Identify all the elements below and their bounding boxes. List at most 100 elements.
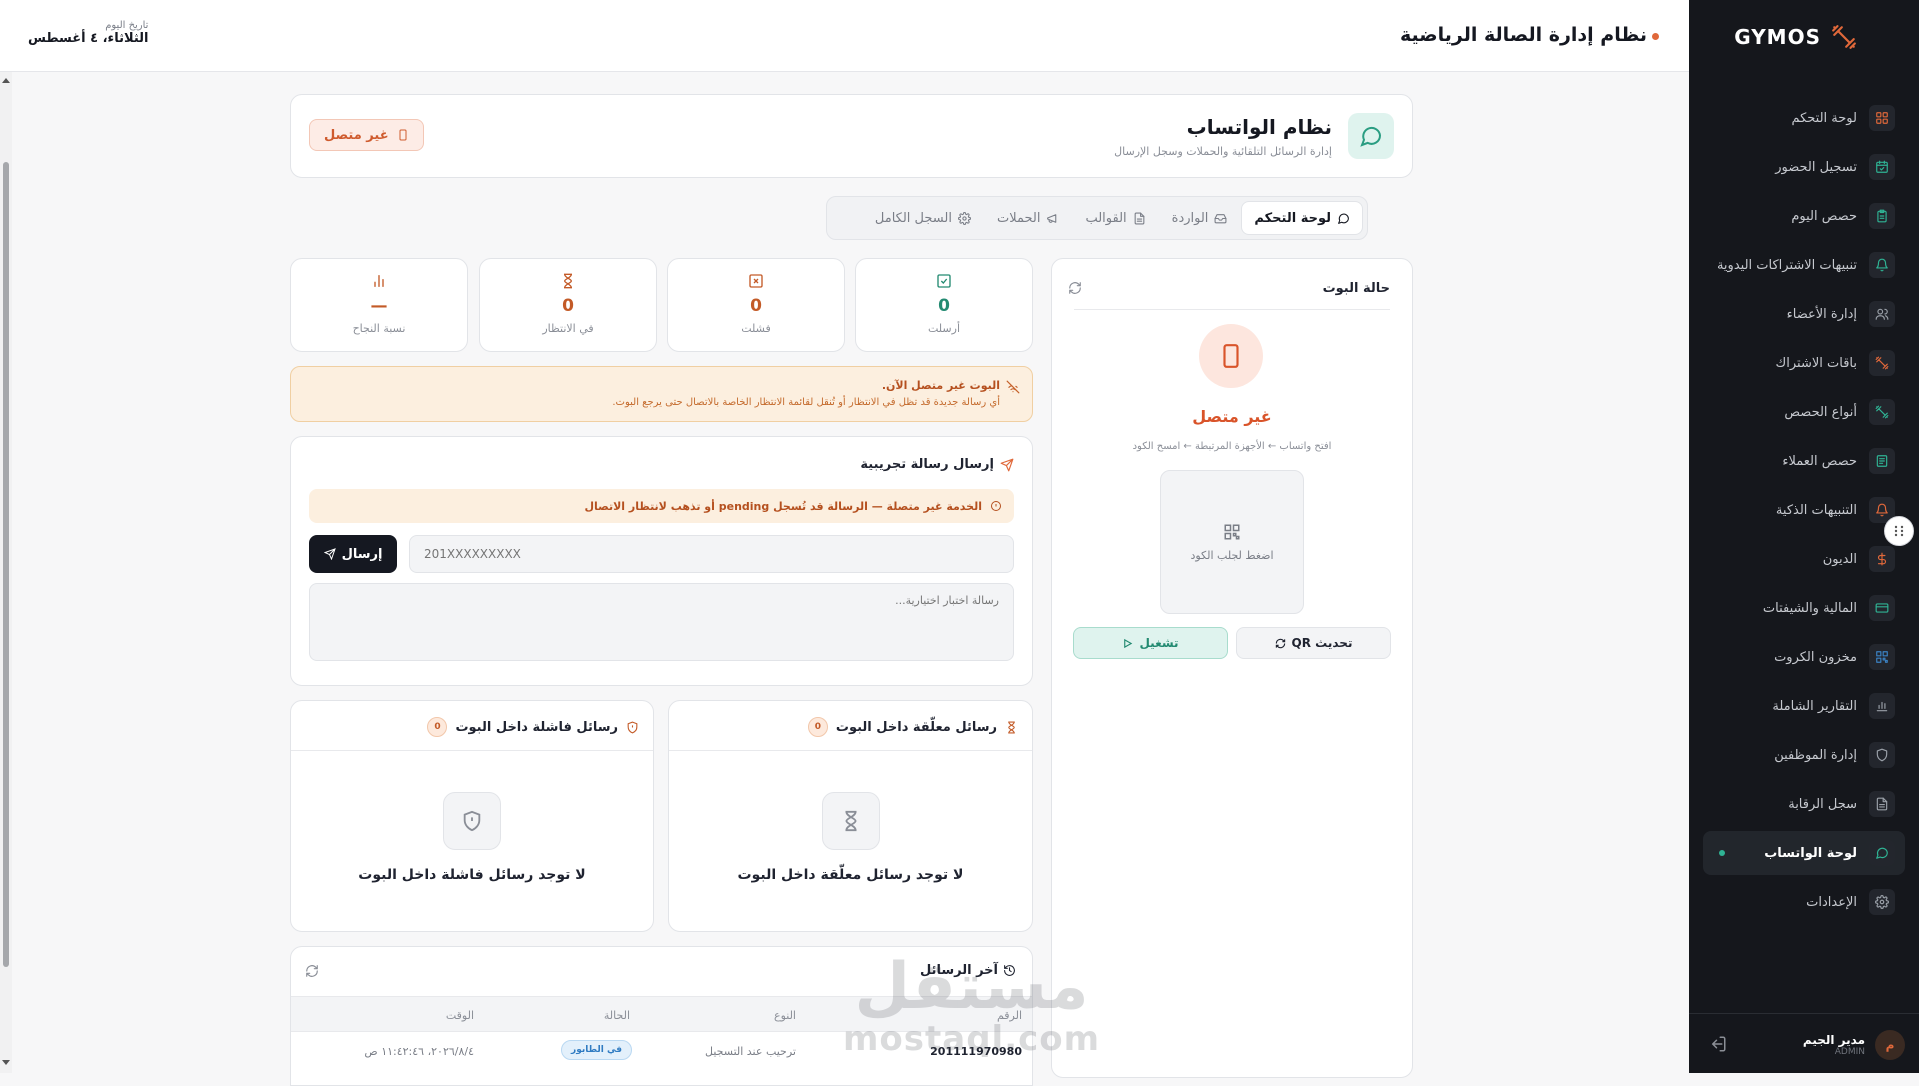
scroll-up-arrow[interactable]: [2, 78, 10, 83]
clipboard-icon: [1877, 209, 1887, 223]
scroll-down-arrow[interactable]: [2, 1060, 10, 1065]
sidebar-item[interactable]: أنواع الحصص: [1703, 390, 1905, 434]
notice-text: الخدمة غير متصلة — الرسالة قد تُسجل pend…: [584, 499, 982, 513]
logout-icon[interactable]: [1709, 1035, 1727, 1053]
refresh-icon[interactable]: [1068, 281, 1082, 295]
icon-box: [1869, 791, 1895, 817]
tab-label: السجل الكامل: [874, 210, 952, 226]
icon-box: [1869, 350, 1895, 376]
sidebar-item[interactable]: التنبيهات الذكية: [1703, 488, 1905, 532]
icon-box: [1869, 644, 1895, 670]
row-number: 201111970980: [930, 1045, 1022, 1058]
sidebar-item-label: مخزون الكروت: [1774, 649, 1857, 665]
avatar: م: [1875, 1030, 1905, 1060]
divider: [291, 750, 653, 751]
shield-icon: [1876, 748, 1888, 762]
bell-icon: [1876, 258, 1888, 272]
megaphone-icon: [1047, 213, 1057, 223]
sidebar-item-label: سجل الرقابة: [1788, 796, 1857, 812]
drag-handle[interactable]: [1884, 516, 1914, 546]
failed-count-badge: 0: [427, 717, 448, 737]
connection-status-badge[interactable]: غير متصل: [309, 119, 424, 151]
gear-icon: [957, 211, 971, 225]
sidebar-item-label: أنواع الحصص: [1784, 404, 1857, 420]
sidebar-item[interactable]: الإعدادات: [1703, 880, 1905, 924]
icon-box: [1869, 889, 1895, 915]
active-indicator: [1719, 850, 1725, 856]
shield-icon: [627, 721, 638, 734]
sidebar-item-label: التنبيهات الذكية: [1775, 502, 1857, 518]
sidebar-item[interactable]: الديون: [1703, 537, 1905, 581]
sidebar-item[interactable]: التقارير الشاملة: [1703, 684, 1905, 728]
phone-input[interactable]: [409, 535, 1014, 573]
card-icon: [1875, 603, 1889, 613]
tab[interactable]: الواردة: [1160, 201, 1240, 235]
dollar-icon: [1877, 552, 1887, 566]
tab[interactable]: القوالب: [1073, 201, 1157, 235]
sidebar-item-label: لوحة التحكم: [1791, 110, 1857, 126]
refresh-icon[interactable]: [305, 964, 319, 978]
sidebar-item[interactable]: تسجيل الحضور: [1703, 145, 1905, 189]
refresh-qr-button[interactable]: تحديث QR: [1236, 627, 1391, 659]
icon-box: [1869, 154, 1895, 180]
sidebar-item[interactable]: باقات الاشتراك: [1703, 341, 1905, 385]
stat-value: 0: [562, 296, 574, 316]
scrollbar-thumb[interactable]: [3, 162, 9, 967]
icon-box: [1869, 840, 1895, 866]
sidebar-item[interactable]: المالية والشيفتات: [1703, 586, 1905, 630]
brand-logo[interactable]: GYMOS: [1734, 24, 1857, 50]
sidebar-item[interactable]: حصص العملاء: [1703, 439, 1905, 483]
user-name: مدير الجيم: [1802, 1033, 1865, 1047]
icon-box: [1869, 693, 1895, 719]
bot-qr-hint: افتح واتساب ← الأجهزة المرتبطة ← امسح ال…: [1132, 441, 1332, 452]
bot-status-text: غير متصل: [1192, 407, 1272, 426]
scrollbar[interactable]: [0, 72, 12, 1073]
sidebar-item-label: حصص العملاء: [1782, 453, 1857, 469]
stat-label: أرسلت: [927, 322, 961, 335]
run-bot-button[interactable]: تشغيل: [1073, 627, 1228, 659]
sidebar-item[interactable]: حصص اليوم: [1703, 194, 1905, 238]
failed-header: رسائل فاشلة داخل البوت 0: [427, 717, 639, 737]
sidebar-item[interactable]: لوحة الواتساب: [1703, 831, 1905, 875]
grip-icon: [1894, 525, 1904, 537]
sidebar-item[interactable]: إدارة الموظفين: [1703, 733, 1905, 777]
send-button-label: إرسال: [341, 546, 383, 562]
icon-box: [1869, 546, 1895, 572]
send-button[interactable]: إرسال: [309, 535, 397, 573]
history-icon: [1004, 965, 1015, 976]
sidebar-item-label: لوحة الواتساب: [1764, 845, 1857, 861]
page-header-card: نظام الواتساب إدارة الرسائل التلقائية وا…: [290, 94, 1413, 178]
sidebar-item[interactable]: تنبيهات الاشتراكات اليدوية: [1703, 243, 1905, 287]
user-card[interactable]: م مدير الجيم ADMIN: [1703, 1025, 1905, 1065]
sidebar-item[interactable]: لوحة التحكم: [1703, 96, 1905, 140]
message-textarea[interactable]: [309, 583, 1014, 661]
divider: [669, 750, 1032, 751]
x-square-icon: [749, 274, 763, 288]
stat-pending: 0 في الانتظار: [479, 258, 657, 352]
icon-box: [1869, 203, 1895, 229]
sidebar-item-label: تنبيهات الاشتراكات اليدوية: [1716, 257, 1857, 273]
sidebar-item[interactable]: مخزون الكروت: [1703, 635, 1905, 679]
refresh-qr-label: تحديث QR: [1291, 636, 1353, 650]
tab[interactable]: السجل الكامل: [863, 201, 983, 235]
tab[interactable]: الحملات: [985, 201, 1071, 235]
row-type: ترحيب عند التسجيل: [705, 1045, 796, 1058]
send-icon: [323, 548, 336, 560]
latest-messages-card: آخر الرسائل الرقم النوع الحالة الوقت 201…: [290, 946, 1033, 1086]
hourglass-icon: [1008, 721, 1015, 733]
status-dot: [1652, 33, 1659, 40]
hourglass-icon: [563, 273, 573, 289]
sidebar-item-label: المالية والشيفتات: [1762, 600, 1857, 616]
run-button-label: تشغيل: [1139, 636, 1179, 650]
sidebar-item-label: إدارة الموظفين: [1774, 747, 1857, 763]
hourglass-icon: [821, 792, 880, 850]
column-header: الوقت: [445, 1009, 474, 1022]
qr-code-box[interactable]: اضغط لجلب الكود: [1160, 470, 1304, 614]
table-header: الرقم النوع الحالة الوقت: [291, 996, 1032, 1032]
page-subtitle: إدارة الرسائل التلقائية والحملات وسجل ال…: [1114, 145, 1332, 158]
sidebar-item-label: التقارير الشاملة: [1772, 698, 1857, 714]
user-role: ADMIN: [1834, 1047, 1865, 1057]
tab[interactable]: لوحة التحكم: [1241, 201, 1363, 235]
sidebar-item[interactable]: سجل الرقابة: [1703, 782, 1905, 826]
sidebar-item[interactable]: إدارة الأعضاء: [1703, 292, 1905, 336]
